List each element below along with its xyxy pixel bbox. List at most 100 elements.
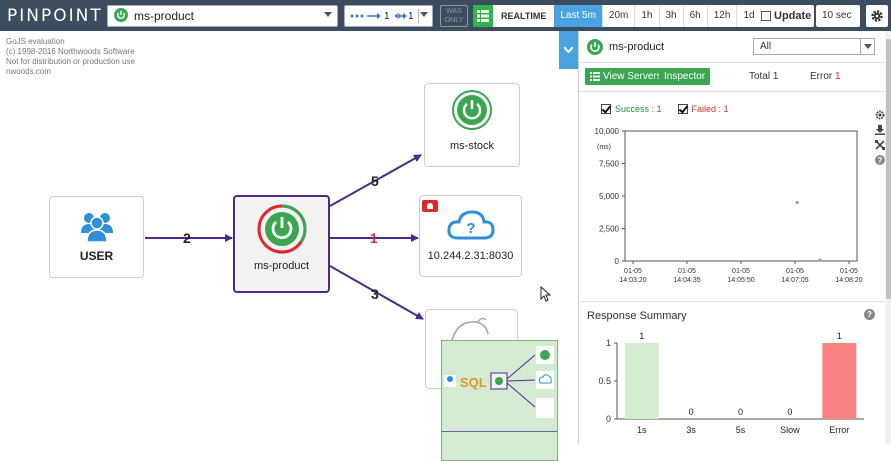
inbound-depth: 1 xyxy=(384,11,390,22)
realtime-button[interactable]: REALTIME xyxy=(493,5,554,27)
x-tick-label-date: 01-05 xyxy=(840,268,858,275)
minimap-diagram: SQL xyxy=(444,346,554,418)
y-tick-label: 5,000 xyxy=(599,192,620,201)
response-summary-bar-chart[interactable]: 1 0.5 0 1 1s 0 3s 0 5s 0 Slow 1 Error xyxy=(579,329,879,444)
panel-app-name: ms-product xyxy=(609,41,665,53)
x-tick-label-time: 14:05:50 xyxy=(727,277,754,284)
bar-y-tick-label: 0.5 xyxy=(598,376,611,386)
node-label: 10.244.2.31:8030 xyxy=(427,250,514,262)
search-depth-select[interactable]: 1 1 xyxy=(344,5,433,27)
scrollbar-thumb[interactable] xyxy=(886,39,891,299)
spring-boot-icon xyxy=(587,39,603,55)
panel-collapse-toggle[interactable] xyxy=(559,31,578,69)
update-checkbox[interactable]: Update xyxy=(755,5,814,27)
edge-count-product-stock: 5 xyxy=(371,173,379,189)
total-label: Total xyxy=(749,71,771,82)
update-label: Update xyxy=(774,10,812,22)
inspector-button[interactable]: Inspector xyxy=(659,68,711,85)
alarm-icon xyxy=(422,200,438,212)
spring-boot-icon xyxy=(114,7,128,25)
bar-value-label: 0 xyxy=(787,407,792,417)
chevron-down-icon xyxy=(324,12,332,17)
spring-boot-icon xyxy=(257,204,307,254)
range-3h[interactable]: 3h xyxy=(658,5,683,27)
node-ms-product[interactable]: ms-product xyxy=(233,195,330,293)
divider xyxy=(579,301,885,302)
range-last-5m[interactable]: Last 5m xyxy=(554,5,602,27)
bar-value-label: 1 xyxy=(639,331,644,341)
download-icon xyxy=(875,124,885,135)
top-navigation-bar: PINPOINT ms-product 1 1 WAS ONLY REALTIM… xyxy=(0,0,891,31)
failed-checkbox[interactable] xyxy=(677,104,688,114)
node-ms-stock[interactable]: ms-stock xyxy=(424,83,520,167)
was-only-toggle[interactable]: WAS ONLY xyxy=(440,5,468,27)
error-stat: Error 1 xyxy=(810,71,841,82)
minimap-divider xyxy=(442,431,557,432)
chevron-down-icon xyxy=(564,47,573,53)
depth-separator xyxy=(418,9,419,23)
node-label: ms-product xyxy=(253,260,310,272)
bar-value-label: 0 xyxy=(689,407,694,417)
panel-scrollbar[interactable] xyxy=(885,31,891,444)
node-info-panel: ms-product All View Servers Inspector To… xyxy=(578,31,891,444)
response-time-scatter-chart[interactable]: 10,000 7,500 5,000 2,500 0 (ms) 01-05 14:03:20 0… xyxy=(579,123,869,313)
divider xyxy=(579,91,885,92)
range-1h[interactable]: 1h xyxy=(634,5,658,27)
settings-button[interactable] xyxy=(866,5,888,27)
help-icon[interactable]: ? xyxy=(864,309,875,320)
y-axis-unit: (ms) xyxy=(597,144,611,151)
pinpoint-logo[interactable]: PINPOINT xyxy=(7,6,103,26)
range-6h[interactable]: 6h xyxy=(682,5,707,27)
svg-text:?: ? xyxy=(878,156,883,165)
x-tick-label-time: 14:04:35 xyxy=(673,277,700,284)
scatter-point-failed xyxy=(818,258,822,262)
node-user[interactable]: USER xyxy=(49,196,144,278)
agent-filter-select[interactable]: All xyxy=(753,38,875,55)
scatter-legend: Success : 1 Failed : 1 xyxy=(601,104,729,114)
agent-filter-value: All xyxy=(760,41,772,52)
node-unknown-cloud[interactable]: ? 10.244.2.31:8030 xyxy=(419,195,522,277)
bar-category-label: 5s xyxy=(736,425,746,435)
divider xyxy=(579,62,885,63)
bar-category-label: Error xyxy=(829,425,849,435)
failed-legend-label: Failed : 1 xyxy=(691,104,729,114)
node-label: USER xyxy=(79,249,114,263)
range-12h[interactable]: 12h xyxy=(706,5,737,27)
success-checkbox[interactable] xyxy=(601,104,611,114)
calendar-grid-button[interactable] xyxy=(473,5,493,27)
svg-text:?: ? xyxy=(466,220,475,237)
minimap-sql-text: SQL xyxy=(460,375,487,390)
refresh-interval-select[interactable]: 10 sec xyxy=(816,5,860,27)
response-summary-title: Response Summary xyxy=(587,310,687,322)
time-range-selector: REALTIME Last 5m 20m 1h 3h 6h 12h 1d 2d xyxy=(473,5,785,27)
bar-category-label: Slow xyxy=(780,425,800,435)
chevron-down-icon xyxy=(420,12,428,17)
range-20m[interactable]: 20m xyxy=(601,5,634,27)
application-select[interactable]: ms-product xyxy=(107,5,338,27)
scatter-plot-area xyxy=(624,130,858,262)
total-value: 1 xyxy=(772,71,779,82)
view-servers-label: View Servers xyxy=(603,71,662,82)
outbound-depth: 1 xyxy=(408,11,414,22)
gear-icon xyxy=(871,10,883,22)
x-tick-label-time: 14:07:05 xyxy=(781,277,808,284)
bar-value-label: 0 xyxy=(738,407,743,417)
application-name: ms-product xyxy=(134,9,195,23)
y-tick-label: 2,500 xyxy=(599,225,620,234)
node-label: ms-stock xyxy=(450,140,494,152)
x-tick-label-date: 01-05 xyxy=(678,268,696,275)
bar-value-label: 1 xyxy=(837,331,842,341)
spring-boot-icon xyxy=(452,90,492,130)
total-stat: Total 1 xyxy=(749,71,778,82)
x-tick-label-time: 14:08:20 xyxy=(835,277,862,284)
minimap-viewport[interactable]: SQL xyxy=(441,340,558,461)
success-legend-label: Success : 1 xyxy=(615,104,662,114)
x-tick-label-time: 14:03:20 xyxy=(619,277,646,284)
x-tick-label-date: 01-05 xyxy=(732,268,750,275)
view-servers-button[interactable]: View Servers xyxy=(585,68,667,85)
grid-icon xyxy=(477,10,489,22)
server-map-canvas[interactable]: GoJS evaluation (c) 1998-2016 Northwoods… xyxy=(0,31,578,461)
cloud-question-icon: ? xyxy=(447,210,495,240)
mouse-cursor-icon xyxy=(540,286,552,302)
expand-icon xyxy=(875,139,885,150)
